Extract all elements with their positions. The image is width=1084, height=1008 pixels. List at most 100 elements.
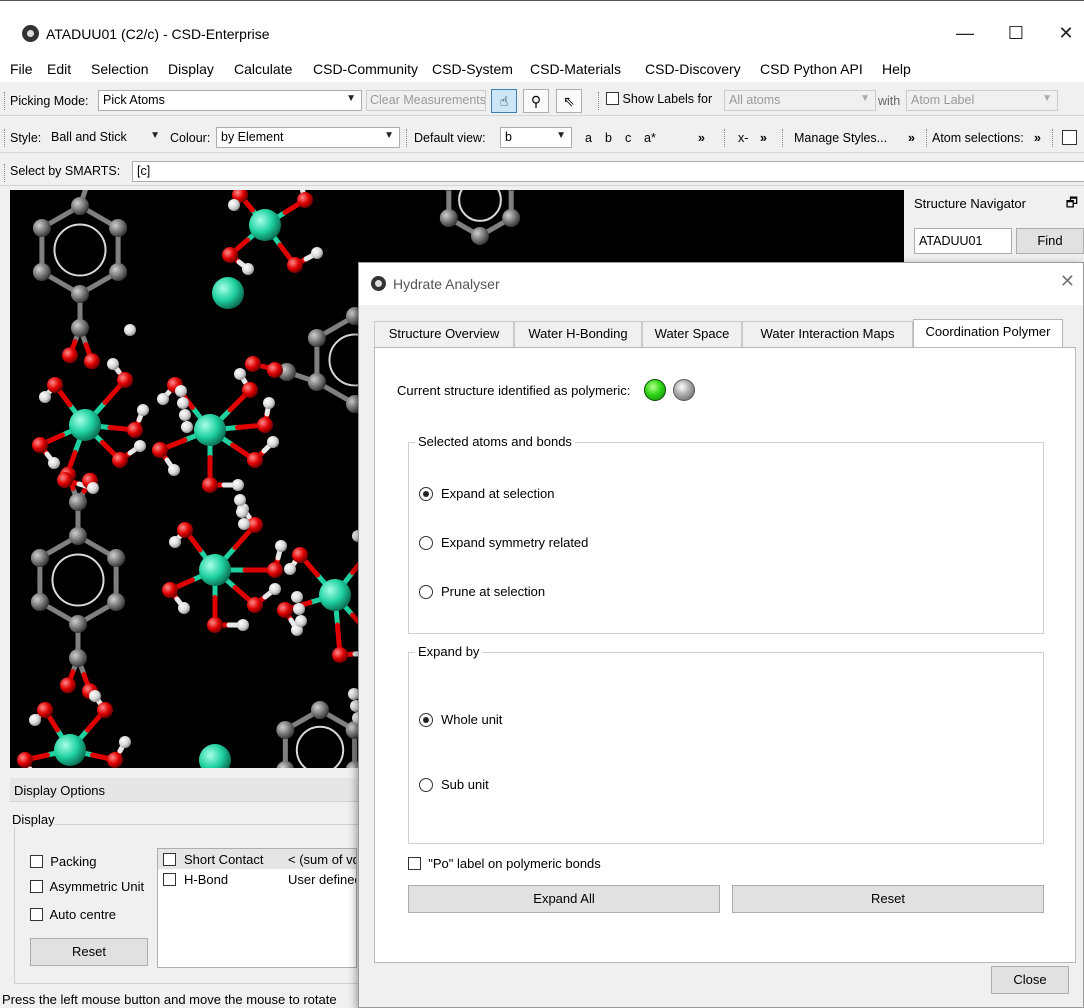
close-button[interactable]: Close <box>991 966 1069 994</box>
atom <box>237 619 249 631</box>
atom <box>69 615 87 633</box>
atom <box>207 617 223 633</box>
default-view-value: b <box>505 130 512 144</box>
menu-csd-community[interactable]: CSD-Community <box>313 61 418 77</box>
table-row[interactable]: H-Bond User defined <box>158 869 356 889</box>
view-c-button[interactable]: c <box>625 131 631 145</box>
prune-at-selection-radio[interactable]: Prune at selection <box>419 584 545 599</box>
toolbar-grip[interactable] <box>4 92 6 110</box>
whole-unit-radio[interactable]: Whole unit <box>419 712 502 727</box>
axes-overflow-chevron-icon[interactable]: » <box>760 131 767 145</box>
expand-at-selection-radio[interactable]: Expand at selection <box>419 486 554 501</box>
chevron-down-icon: ▼ <box>384 130 394 141</box>
menu-edit[interactable]: Edit <box>47 61 71 77</box>
atom <box>181 421 193 433</box>
toolbar-grip[interactable] <box>4 164 6 182</box>
atom-selection-checkbox[interactable] <box>1062 130 1077 145</box>
default-view-label: Default view: <box>414 131 486 145</box>
tab-water-space[interactable]: Water Space <box>642 321 742 347</box>
atom <box>169 536 181 548</box>
default-view-select[interactable]: b ▼ <box>500 127 572 148</box>
radio-dot-icon <box>419 487 433 501</box>
atom <box>319 579 351 611</box>
labels-target-select[interactable]: All atoms ▼ <box>724 90 876 111</box>
atom <box>247 452 263 468</box>
expand-symmetry-related-radio[interactable]: Expand symmetry related <box>419 535 588 550</box>
close-icon[interactable]: ✕ <box>1060 271 1075 292</box>
view-a-star-button[interactable]: a* <box>644 131 656 145</box>
atom <box>502 209 521 227</box>
atom <box>267 562 283 578</box>
refcode-input[interactable]: ATADUU01 <box>914 228 1012 254</box>
minimize-button[interactable]: — <box>945 19 985 47</box>
maximize-button[interactable]: ☐ <box>996 19 1036 47</box>
short-contact-checkbox[interactable] <box>163 853 176 866</box>
toolbar-grip[interactable] <box>4 129 6 147</box>
sub-unit-radio[interactable]: Sub unit <box>419 777 489 792</box>
hand-pointer-icon[interactable]: ☝ <box>491 89 517 113</box>
atom <box>109 219 128 237</box>
menu-csd-system[interactable]: CSD-System <box>432 61 513 77</box>
structure-navigator-panel: Structure Navigator 🗗 ATADUU01 Find <box>908 190 1084 260</box>
styles-overflow-chevron-icon[interactable]: » <box>908 131 915 145</box>
atom <box>228 199 240 211</box>
atom <box>277 602 293 618</box>
menu-file[interactable]: File <box>10 61 33 77</box>
contact-desc: User defined <box>288 872 357 887</box>
view-overflow-chevron-icon[interactable]: » <box>698 131 705 145</box>
clear-measurements-button[interactable]: Clear Measurements <box>366 90 486 111</box>
tab-coordination-polymer[interactable]: Coordination Polymer <box>913 319 1063 348</box>
asymmetric-unit-checkbox[interactable]: Asymmetric Unit <box>30 879 144 894</box>
packing-checkbox[interactable]: Packing <box>30 854 96 869</box>
toolbar-grip[interactable] <box>598 92 600 110</box>
atom <box>276 761 295 768</box>
tab-structure-overview[interactable]: Structure Overview <box>374 321 514 347</box>
float-panel-icon[interactable]: 🗗 <box>1066 194 1078 216</box>
reset-button[interactable]: Reset <box>732 885 1044 913</box>
view-a-button[interactable]: a <box>585 131 592 145</box>
smarts-input[interactable]: [c] <box>132 161 1084 182</box>
checkbox-icon <box>606 92 619 105</box>
manage-styles-button[interactable]: Manage Styles... <box>794 131 887 145</box>
menu-selection[interactable]: Selection <box>91 61 149 77</box>
atom <box>119 736 131 748</box>
label-type-select[interactable]: Atom Label ▼ <box>906 90 1058 111</box>
selected-atoms-group-title: Selected atoms and bonds <box>415 434 575 449</box>
show-labels-toggle[interactable]: Show Labels for <box>606 92 712 106</box>
toolbar-grip[interactable] <box>926 129 928 147</box>
toolbar-grip[interactable] <box>724 129 726 147</box>
view-b-button[interactable]: b <box>605 131 612 145</box>
toolbar-grip[interactable] <box>1052 129 1054 147</box>
checkbox-icon <box>30 855 43 868</box>
menu-display[interactable]: Display <box>168 61 214 77</box>
auto-centre-checkbox[interactable]: Auto centre <box>30 907 116 922</box>
pointer-select-icon[interactable]: ⇖ <box>556 89 582 113</box>
menu-csd-python-api[interactable]: CSD Python API <box>760 61 863 77</box>
zoom-lens-icon[interactable]: ⚲ <box>523 89 549 113</box>
expand-all-button[interactable]: Expand All <box>408 885 720 913</box>
window-title: ATADUU01 (C2/c) - CSD-Enterprise <box>46 26 270 42</box>
close-window-button[interactable]: ✕ <box>1046 19 1084 47</box>
colour-select[interactable]: by Element ▼ <box>216 127 400 148</box>
table-row[interactable]: Short Contact < (sum of vdW radii) <box>158 849 356 869</box>
po-label-checkbox[interactable]: "Po" label on polymeric bonds <box>408 856 601 871</box>
style-select[interactable]: Ball and Stick ▼ <box>46 127 166 148</box>
h-bond-checkbox[interactable] <box>163 873 176 886</box>
display-reset-button[interactable]: Reset <box>30 938 148 966</box>
tab-water-interaction-maps[interactable]: Water Interaction Maps <box>742 321 913 347</box>
tab-water-h-bonding[interactable]: Water H-Bonding <box>514 321 642 347</box>
menu-csd-discovery[interactable]: CSD-Discovery <box>645 61 741 77</box>
picking-mode-select[interactable]: Pick Atoms ▼ <box>98 90 362 111</box>
toolbar-grip[interactable] <box>782 129 784 147</box>
view-x-minus-button[interactable]: x- <box>738 131 748 145</box>
atom <box>71 285 89 303</box>
selections-overflow-chevron-icon[interactable]: » <box>1034 131 1041 145</box>
atom <box>117 372 133 388</box>
menu-calculate[interactable]: Calculate <box>234 61 292 77</box>
atom <box>71 319 89 337</box>
menu-csd-materials[interactable]: CSD-Materials <box>530 61 621 77</box>
toolbar-grip[interactable] <box>406 129 408 147</box>
find-button[interactable]: Find <box>1016 228 1084 254</box>
polymeric-status-label: Current structure identified as polymeri… <box>397 383 631 398</box>
menu-help[interactable]: Help <box>882 61 911 77</box>
